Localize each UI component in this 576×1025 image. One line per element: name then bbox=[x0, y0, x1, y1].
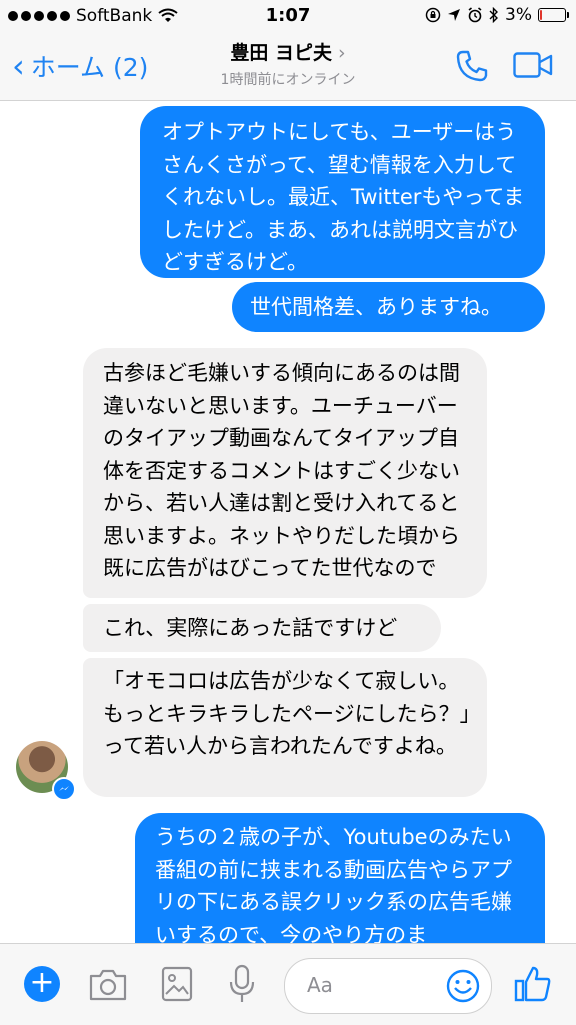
message-bubble-outgoing[interactable]: うちの２歳の子が、Youtubeのみたい番組の前に挟まれる動画広告やらアプリの下… bbox=[135, 813, 545, 943]
message-input-placeholder: Aa bbox=[307, 973, 333, 997]
like-icon[interactable] bbox=[514, 964, 552, 1004]
message-bubble-outgoing[interactable]: オプトアウトにしても、ユーザーはうさんくさがって、望む情報を入力してくれないし。… bbox=[140, 106, 545, 278]
orientation-lock-icon bbox=[425, 7, 441, 23]
message-bubble-outgoing[interactable]: 世代間格差、ありますね。 bbox=[232, 282, 545, 332]
message-bubble-incoming[interactable]: 古参ほど毛嫌いする傾向にあるのは間違いないと思います。ユーチューバーのタイアップ… bbox=[83, 348, 487, 598]
conversation-header: ‹ ホーム (2) 豊田 ヨピ夫 › 1時間前にオンライン bbox=[0, 34, 576, 101]
battery-level bbox=[540, 10, 542, 20]
location-arrow-icon bbox=[448, 9, 461, 21]
message-input[interactable]: Aa bbox=[284, 958, 492, 1014]
phone-call-icon[interactable] bbox=[454, 48, 490, 84]
video-call-icon[interactable] bbox=[513, 52, 553, 78]
alarm-icon bbox=[468, 7, 482, 23]
battery-percent: 3% bbox=[505, 5, 532, 25]
bluetooth-icon bbox=[489, 7, 499, 23]
chevron-right-icon: › bbox=[338, 42, 346, 64]
message-bubble-incoming[interactable]: 「オモコロは広告が少なくて寂しい。もっとキラキラしたページにしたら？」って若い人… bbox=[83, 658, 487, 797]
messenger-badge-icon bbox=[52, 777, 76, 801]
message-list[interactable]: オプトアウトにしても、ユーザーはうさんくさがって、望む情報を入力してくれないし。… bbox=[0, 101, 576, 943]
microphone-icon[interactable] bbox=[229, 964, 255, 1004]
battery-icon bbox=[538, 8, 569, 22]
photo-icon[interactable] bbox=[161, 966, 193, 1002]
status-right: 3% bbox=[425, 5, 569, 25]
emoji-icon[interactable] bbox=[445, 968, 481, 1004]
contact-name: 豊田 ヨピ夫 bbox=[230, 42, 332, 64]
camera-icon[interactable] bbox=[88, 968, 128, 1002]
status-bar: SoftBank 1:07 3% bbox=[0, 0, 576, 34]
message-bubble-incoming[interactable]: これ、実際にあった話ですけど bbox=[83, 604, 441, 652]
composer-toolbar: + Aa bbox=[0, 943, 576, 1025]
plus-icon[interactable]: + bbox=[24, 966, 60, 1002]
